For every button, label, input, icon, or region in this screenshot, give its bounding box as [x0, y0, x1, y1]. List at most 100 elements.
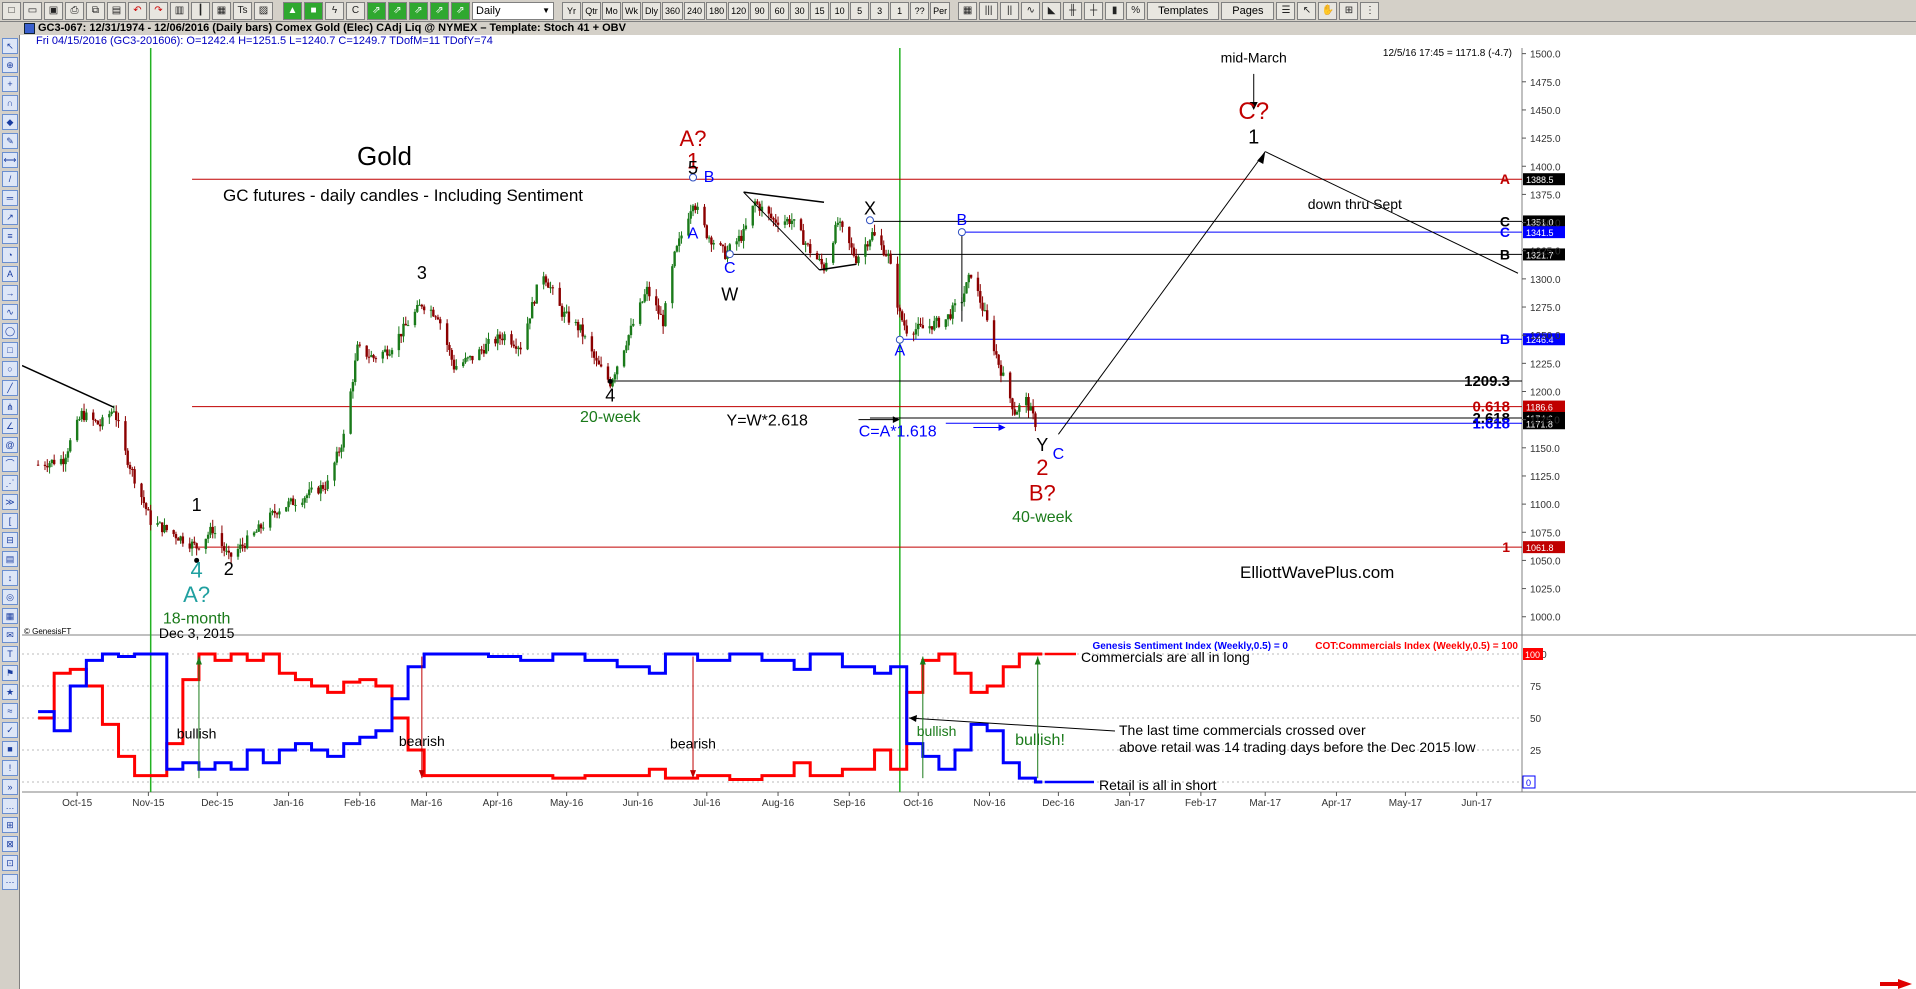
zoom-tool-icon[interactable]: ⊕: [2, 57, 18, 73]
period-button-2[interactable]: Mo: [602, 1, 621, 20]
wave-tool-icon[interactable]: ≈: [2, 703, 18, 719]
period-button-6[interactable]: 240: [684, 1, 706, 20]
calendar-icon[interactable]: ▦: [958, 1, 978, 20]
save-icon[interactable]: ▣: [44, 1, 63, 20]
tool43-tool-icon[interactable]: ⊠: [2, 836, 18, 852]
period-select[interactable]: Daily ▼: [472, 1, 554, 20]
pitch-tool-icon[interactable]: ⋔: [2, 399, 18, 415]
star-tool-icon[interactable]: ★: [2, 684, 18, 700]
period-button-3[interactable]: Wk: [622, 1, 641, 20]
histogram-icon[interactable]: ▮: [1105, 1, 1125, 20]
crosshair-tool-icon[interactable]: +: [2, 76, 18, 92]
cycle-tool-icon[interactable]: ◯: [2, 323, 18, 339]
percent-icon[interactable]: %: [1126, 1, 1146, 20]
green-tool-2-icon[interactable]: ⇗: [388, 1, 407, 20]
period-button-15[interactable]: 3: [870, 1, 890, 20]
eraser-tool-icon[interactable]: ◆: [2, 114, 18, 130]
flag-tool-icon[interactable]: ⚑: [2, 665, 18, 681]
magnet-tool-icon[interactable]: ∩: [2, 95, 18, 111]
dots-icon[interactable]: ⋮: [1360, 1, 1380, 20]
period-button-0[interactable]: Yr: [562, 1, 581, 20]
ray-tool-icon[interactable]: ↗: [2, 209, 18, 225]
stop-tool-icon[interactable]: ■: [2, 741, 18, 757]
circle-tool-icon[interactable]: ○: [2, 361, 18, 377]
grid-icon[interactable]: ▦: [212, 1, 231, 20]
time-tool-icon[interactable]: ⊟: [2, 532, 18, 548]
period-button-12[interactable]: 15: [810, 1, 830, 20]
target-tool-icon[interactable]: ◎: [2, 589, 18, 605]
bars-icon[interactable]: ┃: [191, 1, 210, 20]
period-button-1[interactable]: Qtr: [582, 1, 601, 20]
tool45-tool-icon[interactable]: ⋯: [2, 874, 18, 890]
undo-icon[interactable]: ↶: [128, 1, 147, 20]
extra-tool-icon[interactable]: …: [2, 798, 18, 814]
angle-tool-icon[interactable]: ∠: [2, 418, 18, 434]
channel-tool-icon[interactable]: ═: [2, 190, 18, 206]
period-button-17[interactable]: ??: [910, 1, 930, 20]
area-chart-icon[interactable]: ◣: [1042, 1, 1062, 20]
ohlc-icon[interactable]: ┼: [1084, 1, 1104, 20]
period-button-9[interactable]: 90: [750, 1, 770, 20]
zone-tool-icon[interactable]: ▤: [2, 551, 18, 567]
text-tool-icon[interactable]: Ts: [233, 1, 252, 20]
green-tool-3-icon[interactable]: ⇗: [409, 1, 428, 20]
period-button-14[interactable]: 5: [850, 1, 870, 20]
green-tool-5-icon[interactable]: ⇗: [451, 1, 470, 20]
color-scheme-icon[interactable]: ■: [304, 1, 323, 20]
print-icon[interactable]: ⎙: [65, 1, 84, 20]
pencil-tool-icon[interactable]: ✎: [2, 133, 18, 149]
green-tool-1-icon[interactable]: ⇗: [367, 1, 386, 20]
paste-icon[interactable]: ▤: [107, 1, 126, 20]
split-icon[interactable]: ⊞: [1339, 1, 1359, 20]
spiral-tool-icon[interactable]: @: [2, 437, 18, 453]
tool44-tool-icon[interactable]: ⊡: [2, 855, 18, 871]
period-button-11[interactable]: 30: [790, 1, 810, 20]
grid-tool-icon[interactable]: ▦: [2, 608, 18, 624]
new-icon[interactable]: □: [2, 1, 21, 20]
range-tool-icon[interactable]: ↕: [2, 570, 18, 586]
period-button-8[interactable]: 120: [728, 1, 750, 20]
bars-wide-icon[interactable]: |||: [979, 1, 999, 20]
open-icon[interactable]: ▭: [23, 1, 42, 20]
more-tool-icon[interactable]: »: [2, 779, 18, 795]
trend-tool-icon[interactable]: ╱: [2, 380, 18, 396]
chart-type-icon[interactable]: ▲: [283, 1, 302, 20]
measure-tool-icon[interactable]: ⟷: [2, 152, 18, 168]
note-tool-icon[interactable]: ✉: [2, 627, 18, 643]
lightning-icon[interactable]: ϟ: [325, 1, 344, 20]
line-chart-icon[interactable]: ∿: [1021, 1, 1041, 20]
mark-tool-icon[interactable]: ✓: [2, 722, 18, 738]
copy-icon[interactable]: ⧉: [86, 1, 105, 20]
period-button-5[interactable]: 360: [662, 1, 684, 20]
chart-area[interactable]: 1388.5A1351.0C1341.5C1321.7B1246.4B1209.…: [22, 48, 1916, 989]
hand-icon[interactable]: ✋: [1318, 1, 1338, 20]
tool42-tool-icon[interactable]: ⊞: [2, 817, 18, 833]
arrow-tool-icon[interactable]: →: [2, 285, 18, 301]
arc-tool-icon[interactable]: ⌒: [2, 456, 18, 472]
candles-icon[interactable]: ╫: [1063, 1, 1083, 20]
line-tool-icon[interactable]: /: [2, 171, 18, 187]
page-list-icon[interactable]: ☰: [1276, 1, 1296, 20]
gann-tool-icon[interactable]: ◔: [2, 247, 18, 263]
alert-tool-icon[interactable]: !: [2, 760, 18, 776]
cursor-tool-icon[interactable]: ↖: [2, 38, 18, 54]
layout-icon[interactable]: ▨: [254, 1, 273, 20]
period-button-4[interactable]: Dly: [642, 1, 661, 20]
period-button-18[interactable]: Per: [930, 1, 951, 20]
templates-button[interactable]: Templates: [1147, 1, 1220, 20]
text-tool-icon[interactable]: A: [2, 266, 18, 282]
cad-icon[interactable]: C: [346, 1, 365, 20]
pages-button[interactable]: Pages: [1221, 1, 1275, 20]
period-button-7[interactable]: 180: [706, 1, 728, 20]
bracket-tool-icon[interactable]: [: [2, 513, 18, 529]
period-button-10[interactable]: 60: [770, 1, 790, 20]
fan-tool-icon[interactable]: ⋰: [2, 475, 18, 491]
elliott-tool-icon[interactable]: ∿: [2, 304, 18, 320]
green-tool-4-icon[interactable]: ⇗: [430, 1, 449, 20]
mouse-cursor-icon[interactable]: ↖: [1297, 1, 1317, 20]
period-button-16[interactable]: 1: [890, 1, 910, 20]
redo-icon[interactable]: ↷: [149, 1, 168, 20]
period-button-13[interactable]: 10: [830, 1, 850, 20]
speed-tool-icon[interactable]: ≫: [2, 494, 18, 510]
fib-tool-icon[interactable]: ≡: [2, 228, 18, 244]
